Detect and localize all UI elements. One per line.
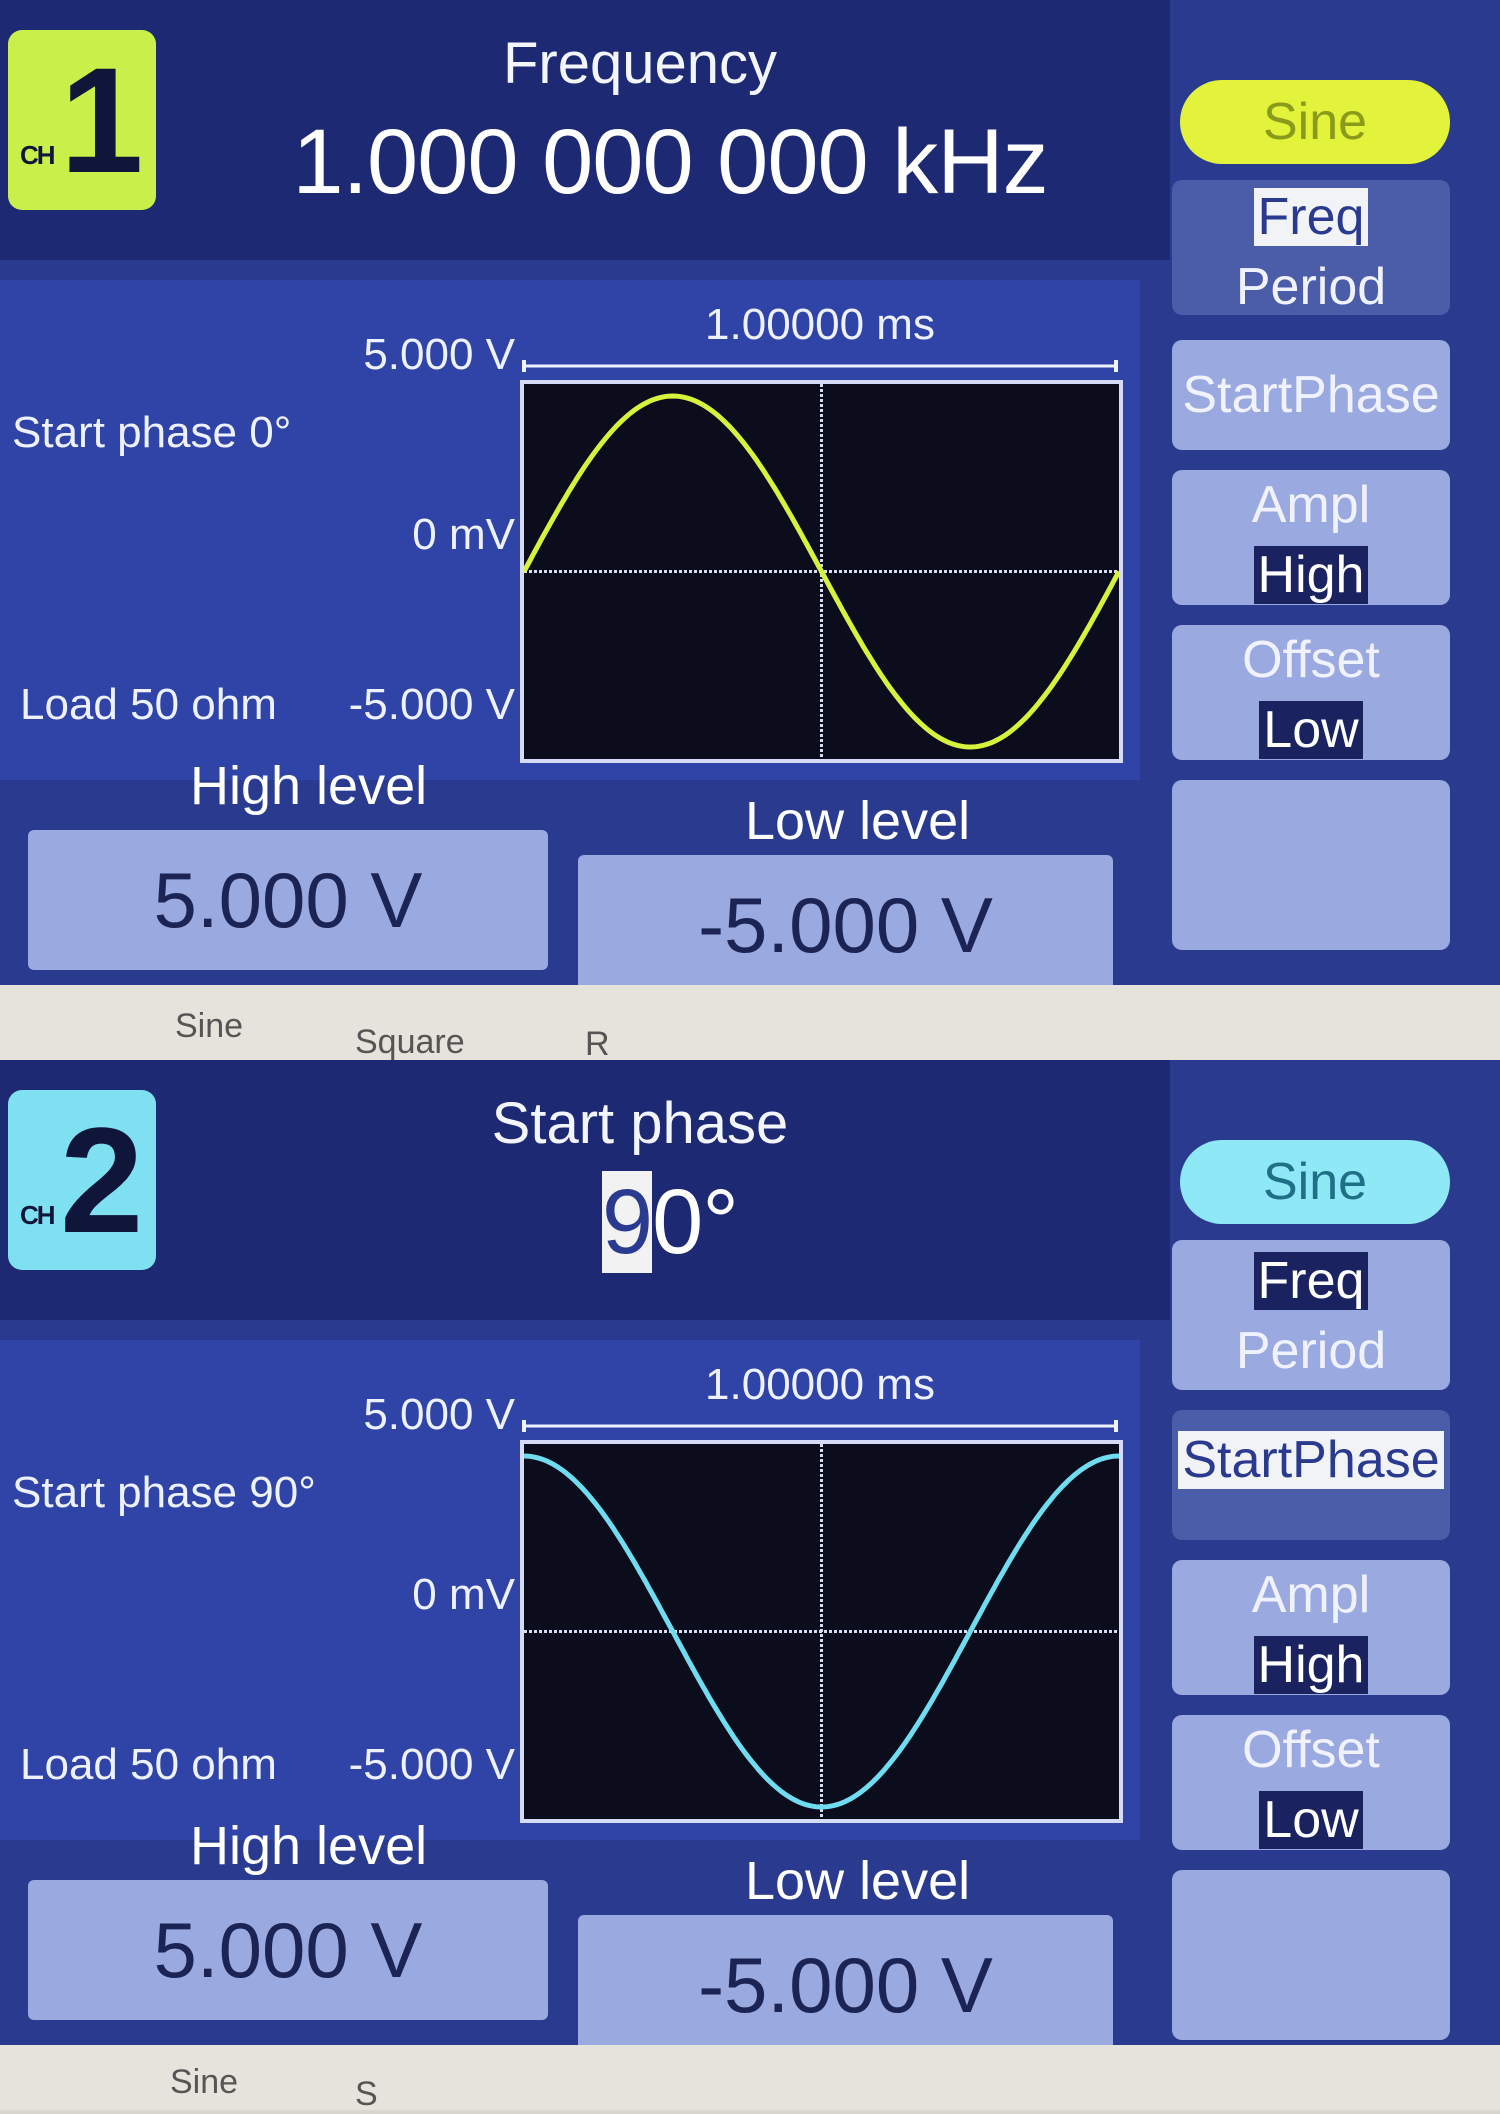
oscilloscope-display bbox=[520, 1440, 1123, 1823]
y-axis-top-label: 5.000 V bbox=[363, 330, 515, 379]
parameter-value-rest: 0° bbox=[652, 1171, 739, 1273]
time-span-label: 1.00000 ms bbox=[705, 1360, 935, 1409]
freq-option: Freq bbox=[1253, 1252, 1369, 1310]
ampl-high-softkey[interactable]: Ampl High bbox=[1172, 470, 1450, 605]
parameter-header: CH 2 Start phase 90° bbox=[0, 1060, 1170, 1320]
edit-cursor-digit: 9 bbox=[601, 1171, 653, 1273]
freq-period-softkey[interactable]: Freq Period bbox=[1172, 180, 1450, 316]
channel-badge: CH 1 bbox=[8, 30, 156, 210]
oscilloscope-display bbox=[520, 380, 1123, 763]
time-span-marker bbox=[522, 1420, 1118, 1432]
high-level-label: High level bbox=[190, 756, 428, 816]
low-level-label: Low level bbox=[745, 1851, 971, 1911]
load-readout: Load 50 ohm bbox=[20, 680, 277, 729]
bezel-label-sine: Sine bbox=[170, 2063, 239, 2101]
y-axis-mid-label: 0 mV bbox=[412, 1570, 515, 1619]
waveform-panel: 5.000 V Start phase 90° 0 mV Load 50 ohm… bbox=[0, 1340, 1140, 1840]
high-level-label: High level bbox=[190, 1816, 428, 1876]
low-level-field[interactable]: -5.000 V bbox=[578, 855, 1113, 995]
offset-low-softkey[interactable]: Offset Low bbox=[1172, 625, 1450, 760]
channel-number: 1 bbox=[60, 36, 144, 204]
parameter-value[interactable]: 1.000 000 000 kHz bbox=[230, 110, 1110, 215]
ampl-option: Ampl bbox=[1251, 1566, 1371, 1624]
bezel-label-r: R bbox=[585, 1025, 610, 1063]
waveform-sine-button[interactable]: Sine bbox=[1180, 1140, 1450, 1224]
time-span-label: 1.00000 ms bbox=[705, 300, 935, 349]
load-readout: Load 50 ohm bbox=[20, 1740, 277, 1789]
high-option: High bbox=[1253, 546, 1369, 604]
empty-softkey[interactable] bbox=[1172, 1870, 1450, 2040]
parameter-title: Frequency bbox=[502, 31, 778, 96]
waveform-sine-button[interactable]: Sine bbox=[1180, 80, 1450, 164]
channel-badge-prefix: CH bbox=[20, 140, 56, 170]
period-option: Period bbox=[1235, 1322, 1387, 1380]
channel-badge-prefix: CH bbox=[20, 1200, 56, 1230]
freq-period-softkey[interactable]: Freq Period bbox=[1172, 1240, 1450, 1390]
high-level-field[interactable]: 5.000 V bbox=[28, 830, 548, 970]
y-axis-bottom-label: -5.000 V bbox=[348, 680, 515, 729]
period-option: Period bbox=[1235, 258, 1387, 316]
time-span-marker bbox=[522, 360, 1118, 372]
start-phase-softkey[interactable]: StartPhase bbox=[1172, 340, 1450, 450]
parameter-value[interactable]: 90° bbox=[230, 1170, 1110, 1275]
parameter-header: CH 1 Frequency 1.000 000 000 kHz bbox=[0, 0, 1170, 260]
y-axis-bottom-label: -5.000 V bbox=[348, 1740, 515, 1789]
start-phase-readout: Start phase 90° bbox=[12, 1468, 316, 1517]
front-panel-strip: Sine Square R bbox=[0, 985, 1500, 1063]
offset-low-softkey[interactable]: Offset Low bbox=[1172, 1715, 1450, 1850]
low-level-field[interactable]: -5.000 V bbox=[578, 1915, 1113, 2055]
ampl-high-softkey[interactable]: Ampl High bbox=[1172, 1560, 1450, 1695]
bezel-label-s: S bbox=[355, 2075, 378, 2113]
channel-2-screen: CH 2 Start phase 90° Sine Freq Period St… bbox=[0, 1060, 1500, 2110]
y-axis-mid-label: 0 mV bbox=[412, 510, 515, 559]
channel-1-screen: CH 1 Frequency 1.000 000 000 kHz Sine Fr… bbox=[0, 0, 1500, 1050]
bezel-label-square: Square bbox=[355, 1023, 465, 1061]
high-level-field[interactable]: 5.000 V bbox=[28, 1880, 548, 2020]
ampl-option: Ampl bbox=[1251, 476, 1371, 534]
low-option: Low bbox=[1259, 701, 1363, 759]
channel-badge: CH 2 bbox=[8, 1090, 156, 1270]
front-panel-strip: Sine S bbox=[0, 2045, 1500, 2113]
start-phase-readout: Start phase 0° bbox=[12, 408, 292, 457]
offset-option: Offset bbox=[1242, 631, 1380, 689]
freq-option: Freq bbox=[1253, 188, 1369, 246]
bezel-label-sine: Sine bbox=[175, 1007, 244, 1045]
empty-softkey[interactable] bbox=[1172, 780, 1450, 950]
high-option: High bbox=[1253, 1636, 1369, 1694]
low-level-label: Low level bbox=[745, 791, 971, 851]
parameter-title: Start phase bbox=[491, 1091, 789, 1156]
waveform-panel: 5.000 V Start phase 0° 0 mV Load 50 ohm … bbox=[0, 280, 1140, 780]
start-phase-option: StartPhase bbox=[1178, 1431, 1444, 1489]
start-phase-softkey[interactable]: StartPhase bbox=[1172, 1410, 1450, 1540]
y-axis-top-label: 5.000 V bbox=[363, 1390, 515, 1439]
low-option: Low bbox=[1259, 1791, 1363, 1849]
channel-number: 2 bbox=[60, 1096, 144, 1264]
start-phase-option: StartPhase bbox=[1182, 366, 1440, 424]
offset-option: Offset bbox=[1242, 1721, 1380, 1779]
